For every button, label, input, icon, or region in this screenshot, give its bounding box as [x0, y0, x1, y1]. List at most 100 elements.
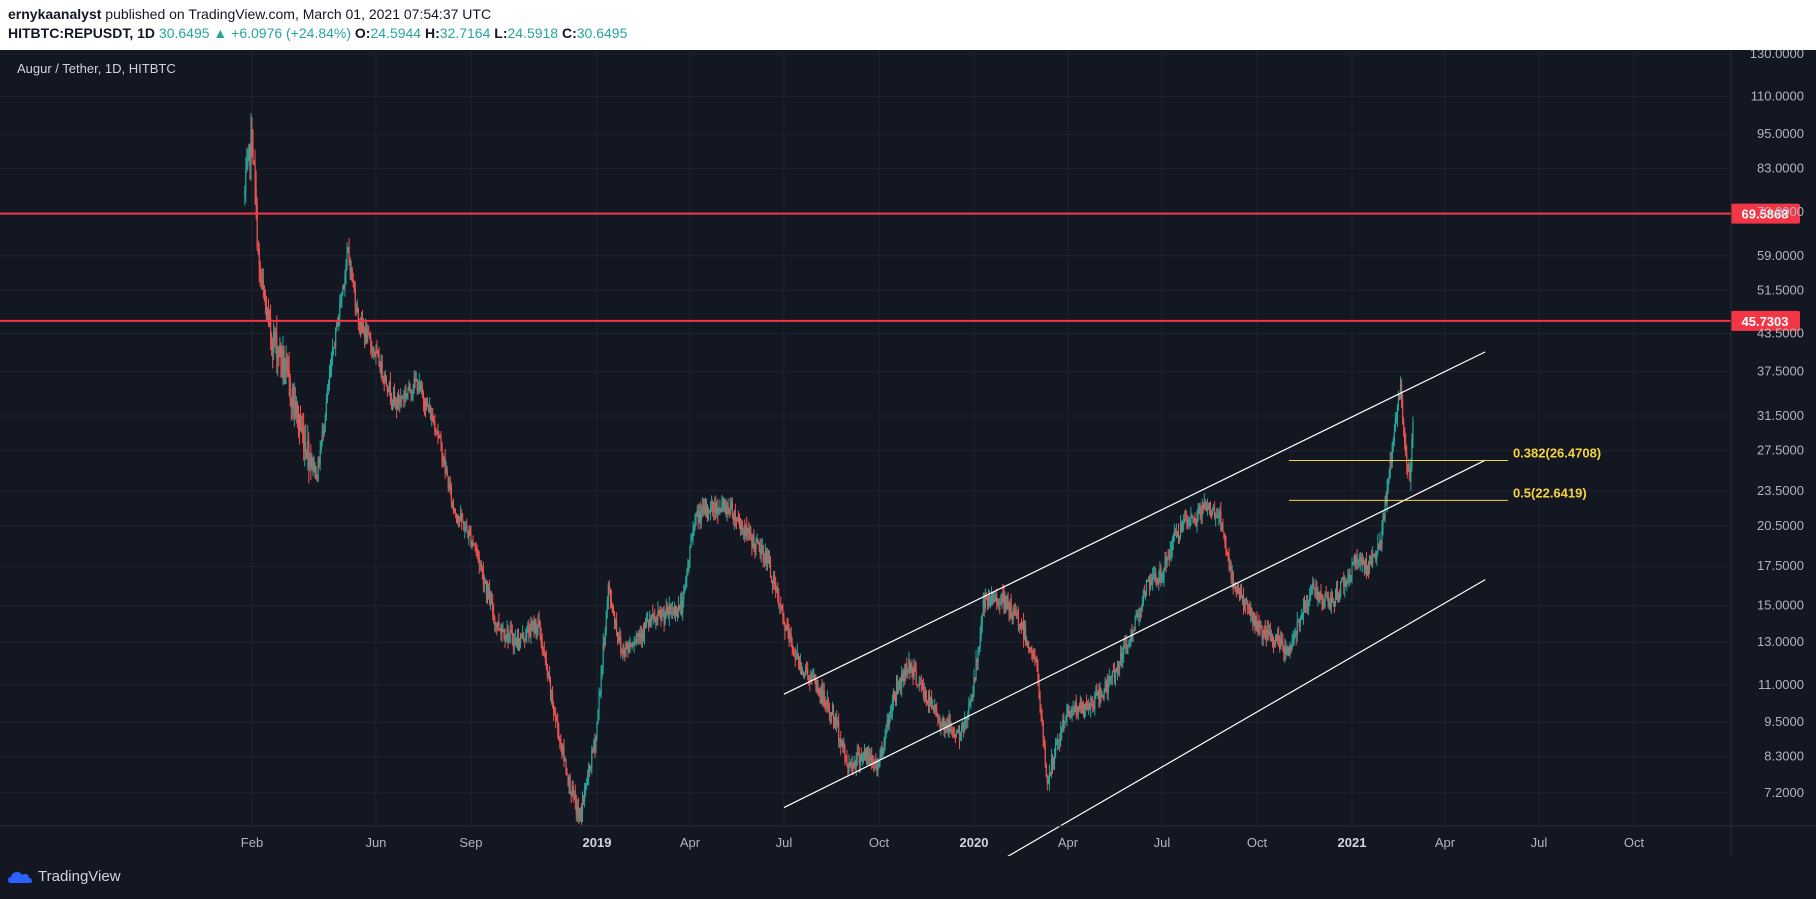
candle-body	[1088, 704, 1090, 710]
candle-body	[422, 394, 425, 402]
candle-body	[1199, 506, 1201, 515]
candle-body	[626, 644, 628, 646]
candle-body	[283, 350, 285, 375]
candle-body	[286, 360, 288, 366]
tradingview-logo[interactable]: TradingView	[8, 868, 121, 885]
candle-body	[389, 382, 392, 398]
candle-body	[500, 629, 502, 634]
candle-body	[1125, 643, 1127, 646]
candle-body	[527, 627, 529, 630]
candle-body	[1295, 633, 1297, 636]
candle-body	[1348, 574, 1350, 580]
candle-body	[438, 435, 440, 437]
candle-body	[624, 654, 626, 656]
candle-body	[1411, 440, 1413, 469]
candle-body	[1260, 627, 1262, 629]
candle-body	[416, 379, 418, 392]
candle-body	[420, 387, 422, 389]
candle-body	[1208, 503, 1211, 509]
candle-body	[1117, 664, 1120, 670]
candle-body	[643, 623, 646, 635]
candle-body	[593, 740, 595, 752]
candle-body	[861, 755, 864, 761]
candle-body	[693, 527, 695, 530]
candle-body	[358, 323, 361, 325]
price-tick-label: 8.3000	[1764, 749, 1804, 764]
candle-body	[573, 793, 575, 795]
candle-body	[1096, 692, 1098, 696]
candle-body	[666, 608, 668, 610]
candle-body	[940, 724, 942, 726]
candle-body	[1398, 394, 1401, 398]
candle-body	[433, 421, 435, 423]
candle-body	[394, 399, 397, 402]
candle-body	[312, 458, 314, 467]
candle-body	[504, 637, 506, 639]
candle-body	[899, 679, 901, 687]
candle-body	[778, 594, 780, 606]
candle-body	[998, 603, 1000, 605]
candle-body	[1174, 531, 1176, 533]
candle-body	[577, 807, 579, 818]
candle-body	[1171, 541, 1173, 551]
candle-body	[1071, 710, 1073, 715]
candle-body	[914, 665, 916, 671]
candle-body	[746, 525, 748, 534]
candle-body	[1358, 561, 1360, 564]
candle-body	[754, 545, 756, 550]
candle-body	[1235, 590, 1237, 594]
candle-body	[536, 625, 538, 632]
candle-body	[396, 401, 398, 409]
candle-body	[498, 621, 500, 629]
candle-body	[1037, 668, 1039, 684]
candle-body	[281, 357, 283, 366]
candle-body	[378, 353, 380, 366]
candle-body	[440, 436, 442, 445]
candle-body	[622, 650, 624, 653]
candle-body	[1061, 729, 1063, 731]
candle-body	[826, 699, 828, 707]
close-value: 30.6495	[576, 25, 628, 41]
candle-body	[904, 670, 906, 676]
candle-body	[1083, 711, 1086, 713]
candle-body	[1047, 782, 1049, 785]
candle-body	[785, 625, 787, 632]
candle-body	[623, 650, 625, 655]
candle-body	[1297, 620, 1299, 622]
candle-body	[601, 665, 603, 676]
candle-body	[1015, 613, 1017, 615]
candle-body	[989, 598, 992, 600]
candle-body	[1175, 531, 1178, 533]
author-name[interactable]: ernykaanalyst	[8, 6, 101, 22]
price-chart[interactable]: 69.586845.7303 0.382(26.4708)0.5(22.6419…	[0, 50, 1816, 856]
time-tick-label: 2021	[1338, 835, 1367, 850]
candle-body	[1006, 599, 1008, 604]
candle-body	[774, 575, 776, 583]
candle-body	[1367, 567, 1370, 570]
candle-body	[1409, 468, 1411, 481]
candle-body	[805, 668, 807, 674]
candle-body	[517, 637, 520, 646]
open-value: 24.5944	[370, 25, 422, 41]
candle-body	[1388, 478, 1390, 480]
candle-body	[1086, 708, 1089, 710]
candle-body	[1059, 740, 1061, 742]
candle-body	[413, 377, 415, 391]
candle-body	[326, 389, 328, 403]
candle-body	[314, 466, 316, 472]
candle-body	[1191, 516, 1193, 518]
candle-body	[937, 716, 939, 719]
candle-body	[997, 602, 999, 605]
candle-body	[1308, 603, 1310, 606]
candle-body	[936, 709, 938, 717]
candle-body	[1278, 635, 1280, 638]
candle-body	[556, 719, 558, 721]
candle-body	[787, 625, 789, 633]
candle-body	[547, 673, 550, 677]
candle-body	[759, 547, 761, 555]
candle-body	[1014, 608, 1016, 615]
candle-body	[795, 658, 797, 661]
candle-body	[597, 710, 599, 724]
candle-body	[926, 701, 929, 705]
candle-body	[1311, 585, 1313, 594]
